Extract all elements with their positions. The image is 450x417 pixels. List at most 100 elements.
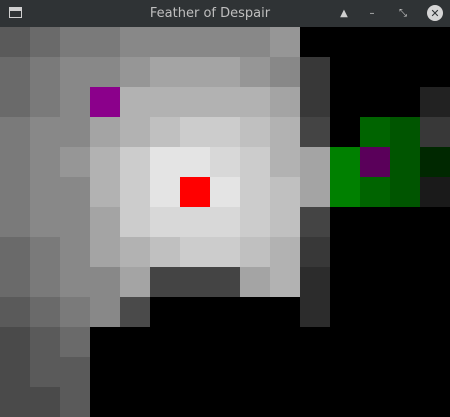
- floor-tile: [120, 147, 150, 177]
- floor-tile: [0, 267, 30, 297]
- restore-icon[interactable]: ⤡: [394, 4, 412, 22]
- floor-tile: [270, 87, 300, 117]
- floor-tile: [240, 147, 270, 177]
- floor-tile: [210, 147, 240, 177]
- floor-tile: [270, 57, 300, 87]
- dark-wall-tile: [0, 387, 30, 417]
- dark-wall-tile: [0, 357, 30, 387]
- floor-tile: [180, 117, 210, 147]
- floor-tile: [60, 177, 90, 207]
- floor-tile: [90, 27, 120, 57]
- floor-tile: [60, 357, 90, 387]
- green-terrain-tile: [330, 177, 360, 207]
- game-viewport[interactable]: [0, 27, 450, 417]
- green-terrain-tile: [390, 177, 420, 207]
- floor-tile: [30, 207, 60, 237]
- title-bar[interactable]: Feather of Despair ▲ – ⤡ ✕: [0, 0, 450, 27]
- floor-tile: [210, 207, 240, 237]
- floor-tile: [90, 237, 120, 267]
- floor-tile: [30, 117, 60, 147]
- dark-wall-tile: [150, 267, 180, 297]
- dark-purple-creature-marker[interactable]: [360, 147, 390, 177]
- floor-tile: [0, 297, 30, 327]
- floor-tile: [120, 267, 150, 297]
- floor-tile: [240, 177, 270, 207]
- floor-tile: [180, 87, 210, 117]
- close-icon[interactable]: ✕: [427, 5, 443, 21]
- floor-tile: [90, 297, 120, 327]
- shade-up-icon[interactable]: ▲: [335, 4, 353, 22]
- dark-wall-tile: [300, 87, 330, 117]
- dark-wall-tile: [300, 57, 330, 87]
- floor-tile: [210, 27, 240, 57]
- floor-tile: [300, 177, 330, 207]
- floor-tile: [120, 57, 150, 87]
- floor-tile: [270, 147, 300, 177]
- floor-tile: [240, 57, 270, 87]
- dark-wall-tile: [0, 327, 30, 357]
- floor-tile: [60, 297, 90, 327]
- green-terrain-tile: [360, 117, 390, 147]
- floor-tile: [270, 27, 300, 57]
- floor-tile: [150, 57, 180, 87]
- floor-tile: [90, 267, 120, 297]
- floor-tile: [240, 207, 270, 237]
- floor-tile: [0, 207, 30, 237]
- floor-tile: [150, 147, 180, 177]
- purple-item-marker[interactable]: [90, 87, 120, 117]
- floor-tile: [150, 237, 180, 267]
- dark-wall-tile: [420, 117, 450, 147]
- floor-tile: [150, 207, 180, 237]
- window-title: Feather of Despair: [149, 6, 271, 21]
- floor-tile: [0, 87, 30, 117]
- floor-tile: [60, 27, 90, 57]
- dark-wall-tile: [30, 387, 60, 417]
- green-terrain-tile: [390, 117, 420, 147]
- dark-wall-tile: [180, 267, 210, 297]
- floor-tile: [30, 237, 60, 267]
- floor-tile: [180, 57, 210, 87]
- floor-tile: [150, 177, 180, 207]
- dark-wall-tile: [300, 237, 330, 267]
- floor-tile: [0, 27, 30, 57]
- floor-tile: [0, 57, 30, 87]
- floor-tile: [60, 87, 90, 117]
- floor-tile: [120, 27, 150, 57]
- minimize-icon[interactable]: –: [363, 4, 381, 22]
- floor-tile: [60, 117, 90, 147]
- floor-tile: [180, 27, 210, 57]
- floor-tile: [90, 207, 120, 237]
- floor-tile: [270, 237, 300, 267]
- dark-wall-tile: [210, 267, 240, 297]
- floor-tile: [240, 27, 270, 57]
- floor-tile: [30, 27, 60, 57]
- floor-tile: [240, 117, 270, 147]
- green-terrain-tile: [420, 147, 450, 177]
- floor-tile: [270, 207, 300, 237]
- floor-tile: [30, 57, 60, 87]
- floor-tile: [0, 177, 30, 207]
- floor-tile: [210, 177, 240, 207]
- player-marker[interactable]: [180, 177, 210, 207]
- dark-wall-tile: [420, 87, 450, 117]
- floor-tile: [60, 267, 90, 297]
- floor-tile: [300, 147, 330, 177]
- floor-tile: [60, 327, 90, 357]
- floor-tile: [210, 57, 240, 87]
- dark-wall-tile: [300, 267, 330, 297]
- green-terrain-tile: [390, 147, 420, 177]
- floor-tile: [240, 267, 270, 297]
- dark-wall-tile: [420, 177, 450, 207]
- floor-tile: [30, 87, 60, 117]
- floor-tile: [90, 57, 120, 87]
- dark-wall-tile: [300, 297, 330, 327]
- floor-tile: [0, 147, 30, 177]
- floor-tile: [120, 237, 150, 267]
- floor-tile: [150, 87, 180, 117]
- floor-tile: [180, 207, 210, 237]
- floor-tile: [30, 357, 60, 387]
- dark-wall-tile: [300, 117, 330, 147]
- floor-tile: [120, 87, 150, 117]
- floor-tile: [270, 267, 300, 297]
- dark-wall-tile: [300, 207, 330, 237]
